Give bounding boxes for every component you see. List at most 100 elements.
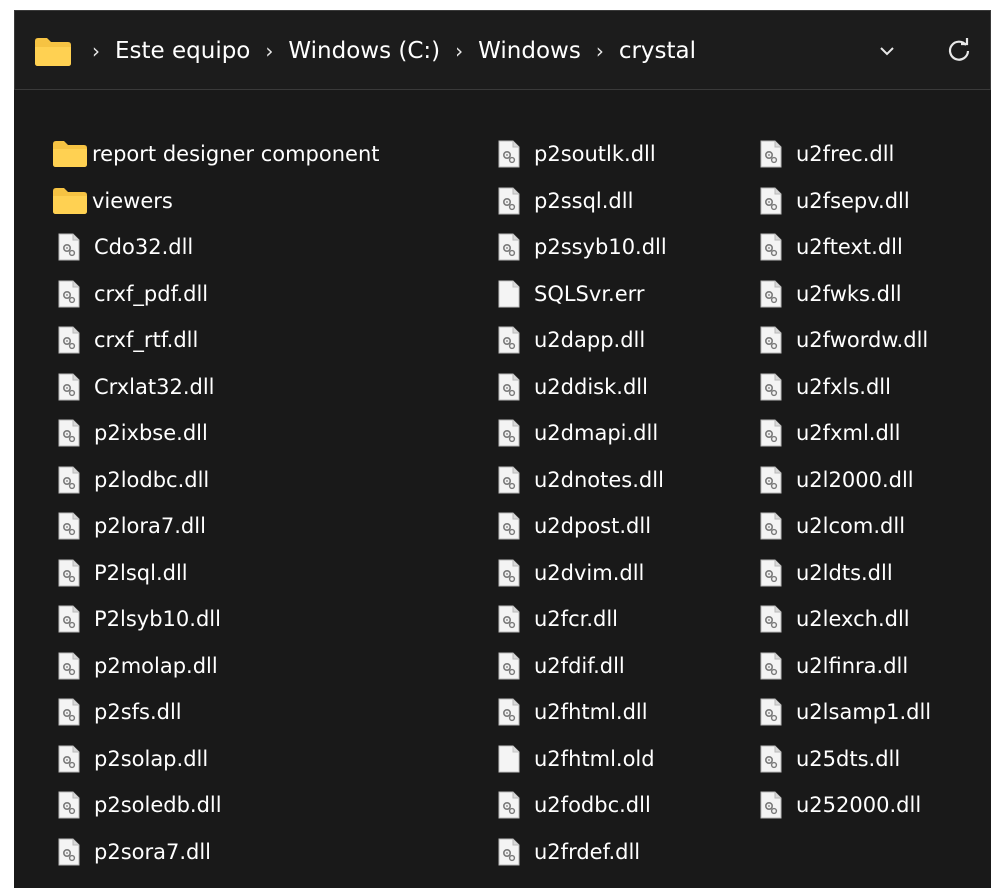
dll-file-icon xyxy=(498,325,528,355)
dll-file-icon xyxy=(498,651,528,681)
file-item[interactable]: p2lodbc.dll xyxy=(58,463,209,497)
file-item[interactable]: u2dvim.dll xyxy=(498,556,644,590)
file-item[interactable]: Cdo32.dll xyxy=(58,230,193,264)
file-name-label: u2fxls.dll xyxy=(796,374,891,399)
file-item[interactable]: u2fxml.dll xyxy=(760,416,900,450)
file-name-label: u2lcom.dll xyxy=(796,514,906,538)
dll-file-icon xyxy=(498,372,528,402)
file-name-label: u2lexch.dll xyxy=(796,607,910,631)
file-name-label: crxf_pdf.dll xyxy=(94,281,209,306)
breadcrumb-separator-icon[interactable]: › xyxy=(254,39,284,63)
dll-file-icon xyxy=(760,325,790,355)
dll-file-icon xyxy=(760,372,790,402)
dll-file-icon xyxy=(760,418,790,448)
file-item[interactable]: u2fwordw.dll xyxy=(760,323,928,357)
file-item[interactable]: u2fxls.dll xyxy=(760,370,891,404)
file-item[interactable]: u2fhtml.old xyxy=(498,742,655,776)
file-item[interactable]: p2soledb.dll xyxy=(58,788,222,822)
dll-file-icon xyxy=(58,325,88,355)
dll-file-icon xyxy=(760,790,790,820)
breadcrumb-item[interactable]: Windows (C:) xyxy=(284,38,444,64)
file-item[interactable]: crxf_rtf.dll xyxy=(58,323,198,357)
breadcrumb-item[interactable]: Windows xyxy=(474,38,585,64)
file-item[interactable]: u2fhtml.dll xyxy=(498,695,648,729)
file-item[interactable]: u2lcom.dll xyxy=(760,509,905,543)
file-item[interactable]: p2ssql.dll xyxy=(498,184,633,218)
dll-file-icon xyxy=(760,558,790,588)
file-item[interactable]: p2molap.dll xyxy=(58,649,218,683)
file-item[interactable]: u2lsamp1.dll xyxy=(760,695,931,729)
file-item[interactable]: p2solap.dll xyxy=(58,742,208,776)
breadcrumb-separator-icon[interactable]: › xyxy=(81,39,111,63)
file-item[interactable]: u2lfinra.dll xyxy=(760,649,908,683)
folder-icon xyxy=(52,139,88,169)
file-name-label: u2l2000.dll xyxy=(796,467,914,492)
file-item[interactable]: u2lexch.dll xyxy=(760,602,910,636)
dll-file-icon xyxy=(760,186,790,216)
file-item[interactable]: u2fodbc.dll xyxy=(498,788,651,822)
folder-item[interactable]: report designer component xyxy=(52,137,380,171)
file-item[interactable]: u2ldts.dll xyxy=(760,556,893,590)
file-name-label: u2fwordw.dll xyxy=(796,328,929,352)
file-item[interactable]: u2dnotes.dll xyxy=(498,463,664,497)
file-item[interactable]: p2sora7.dll xyxy=(58,835,211,869)
file-name-label: p2ssql.dll xyxy=(534,188,634,213)
dll-file-icon xyxy=(498,604,528,634)
dll-file-icon xyxy=(498,465,528,495)
file-name-label: p2solap.dll xyxy=(94,746,209,771)
file-name-label: u2fdif.dll xyxy=(534,653,625,678)
file-item[interactable]: P2lsql.dll xyxy=(58,556,188,590)
file-item[interactable]: p2ssyb10.dll xyxy=(498,230,667,264)
dll-file-icon xyxy=(760,465,790,495)
folder-icon xyxy=(52,186,88,216)
file-item[interactable]: u2l2000.dll xyxy=(760,463,914,497)
file-item[interactable]: p2sfs.dll xyxy=(58,695,182,729)
file-item[interactable]: P2lsyb10.dll xyxy=(58,602,221,636)
dll-file-icon xyxy=(58,837,88,867)
file-item[interactable]: u2dapp.dll xyxy=(498,323,645,357)
file-item[interactable]: crxf_pdf.dll xyxy=(58,277,208,311)
file-item[interactable]: u2ddisk.dll xyxy=(498,370,648,404)
breadcrumb-separator-icon[interactable]: › xyxy=(585,39,615,63)
file-item[interactable]: p2ixbse.dll xyxy=(58,416,208,450)
dll-file-icon xyxy=(58,697,88,727)
file-name-label: p2soutlk.dll xyxy=(534,142,656,166)
file-name-label: u2fhtml.old xyxy=(534,746,655,771)
file-name-label: u2dapp.dll xyxy=(534,328,646,352)
address-bar[interactable]: › Este equipo › Windows (C:) › Windows › crysta… xyxy=(14,10,991,90)
file-item[interactable]: p2lora7.dll xyxy=(58,509,206,543)
file-item[interactable]: u2frec.dll xyxy=(760,137,894,171)
file-name-label: u25dts.dll xyxy=(796,746,901,771)
file-item[interactable]: u2fcr.dll xyxy=(498,602,618,636)
file-item[interactable]: u252000.dll xyxy=(760,788,921,822)
dll-file-icon xyxy=(58,744,88,774)
file-item[interactable]: SQLSvr.err xyxy=(498,277,645,311)
file-item[interactable]: u2fsepv.dll xyxy=(760,184,910,218)
blank-file-icon xyxy=(498,279,528,309)
chevron-down-icon[interactable] xyxy=(873,39,901,63)
file-name-label: u2lsamp1.dll xyxy=(796,700,932,724)
file-item[interactable]: u25dts.dll xyxy=(760,742,900,776)
breadcrumb-item[interactable]: crystal xyxy=(615,38,700,64)
file-item[interactable]: u2dmapi.dll xyxy=(498,416,658,450)
refresh-icon[interactable] xyxy=(945,37,973,65)
dll-file-icon xyxy=(760,511,790,541)
file-item[interactable]: u2frdef.dll xyxy=(498,835,640,869)
file-name-label: P2lsyb10.dll xyxy=(94,607,221,631)
file-name-label: u2lfinra.dll xyxy=(796,653,909,678)
folder-item[interactable]: viewers xyxy=(52,184,173,218)
file-name-label: u2dmapi.dll xyxy=(534,421,659,445)
breadcrumb-item[interactable]: Este equipo xyxy=(111,38,254,64)
file-item[interactable]: u2dpost.dll xyxy=(498,509,651,543)
file-item[interactable]: u2ftext.dll xyxy=(760,230,903,264)
file-item[interactable]: Crxlat32.dll xyxy=(58,370,215,404)
dll-file-icon xyxy=(760,279,790,309)
file-name-label: viewers xyxy=(92,188,173,213)
dll-file-icon xyxy=(498,697,528,727)
file-item[interactable]: u2fwks.dll xyxy=(760,277,902,311)
file-item[interactable]: u2fdif.dll xyxy=(498,649,625,683)
dll-file-icon xyxy=(58,232,88,262)
file-item[interactable]: p2soutlk.dll xyxy=(498,137,656,171)
breadcrumb-separator-icon[interactable]: › xyxy=(444,39,474,63)
file-name-label: u2frdef.dll xyxy=(534,839,641,864)
